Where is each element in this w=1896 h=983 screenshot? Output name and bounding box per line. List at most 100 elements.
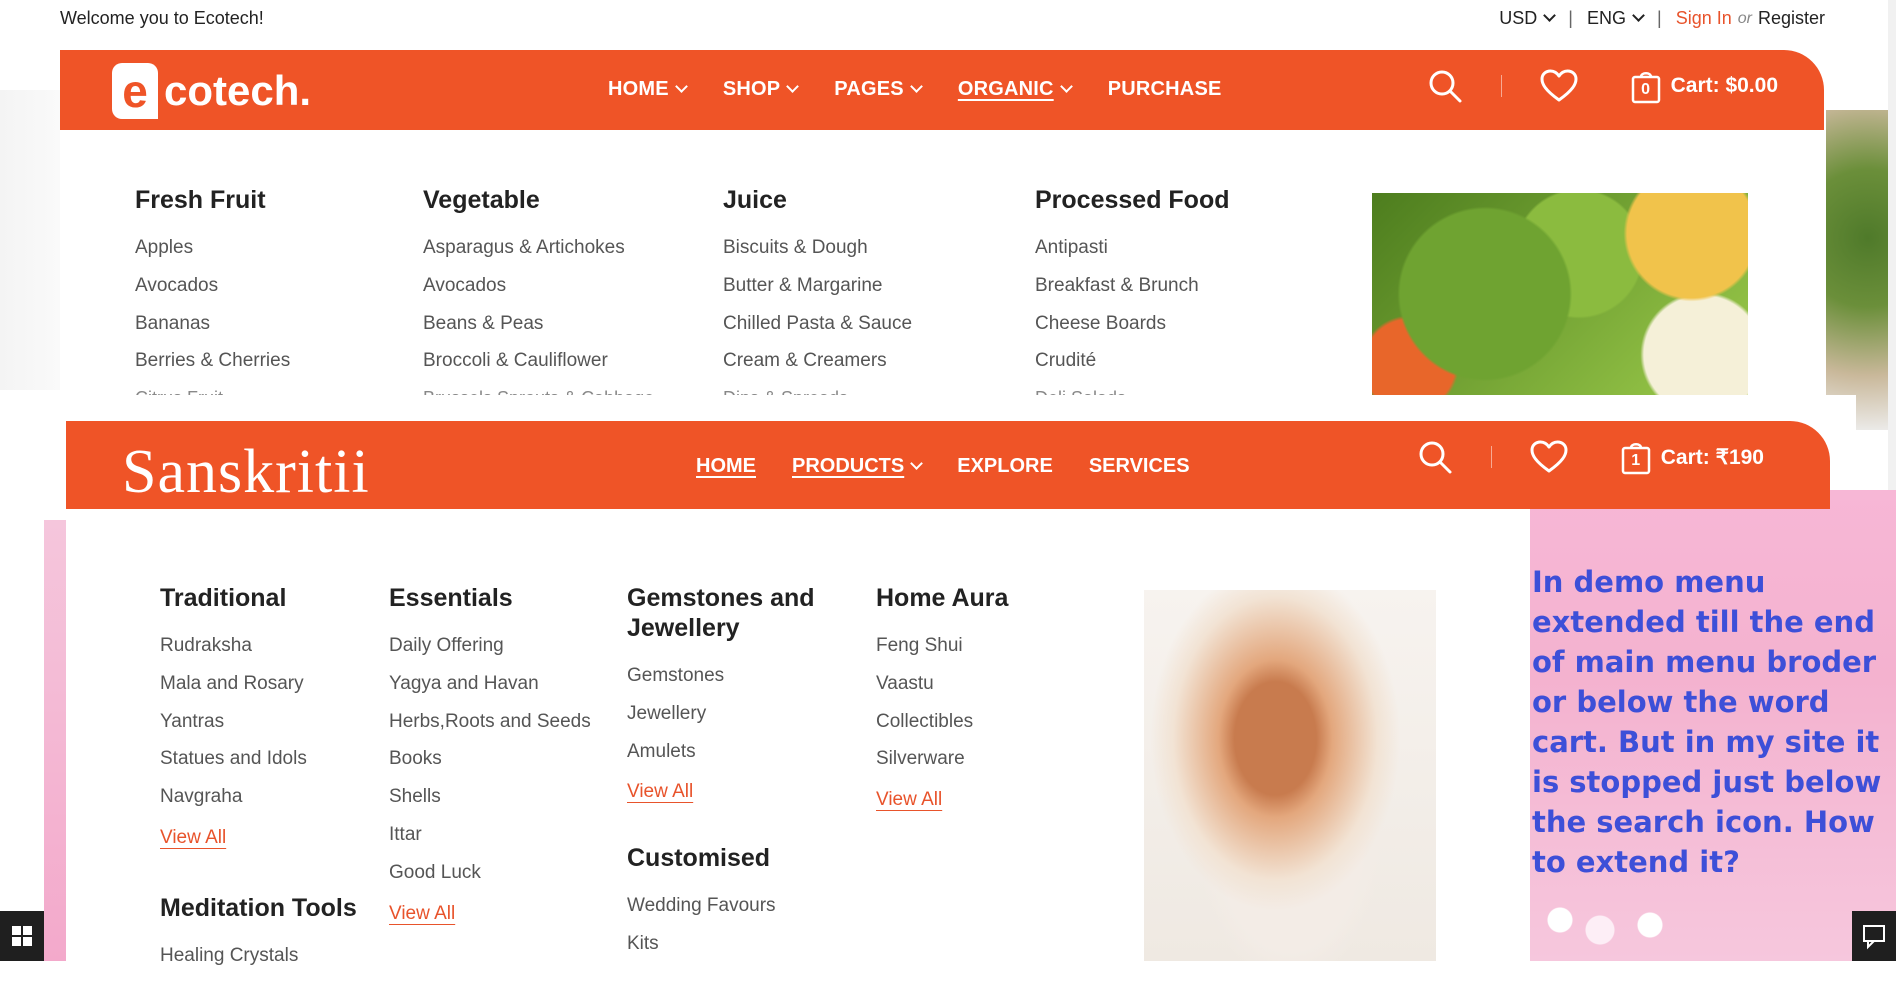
menu-link[interactable]: Feng Shui	[876, 635, 1008, 658]
menu-column-gemstones: Gemstones and Jewellery Gemstones Jewell…	[627, 583, 847, 971]
chevron-down-icon	[909, 80, 923, 93]
language-select[interactable]: ENG	[1586, 8, 1645, 29]
menu-link[interactable]: Antipasti	[1035, 237, 1230, 260]
menu-column-essentials: Essentials Daily Offering Yagya and Hava…	[389, 583, 591, 925]
menu-link[interactable]: Cream & Creamers	[723, 350, 912, 373]
menu-link[interactable]: Avocados	[135, 275, 290, 298]
menu-link[interactable]: Ittar	[389, 824, 591, 847]
menu-link[interactable]: Kits	[627, 933, 847, 956]
menu-link[interactable]: Healing Crystals	[160, 945, 357, 968]
menu-link[interactable]: Books	[389, 748, 591, 771]
column-title: Gemstones and Jewellery	[627, 584, 815, 642]
menu-link[interactable]: Crudité	[1035, 350, 1230, 373]
menu-link[interactable]: Chilled Pasta & Sauce	[723, 313, 912, 336]
nav-pages[interactable]: PAGES	[834, 78, 923, 101]
menu-link[interactable]: Daily Offering	[389, 635, 591, 658]
nav-label: PAGES	[834, 78, 904, 100]
register-link[interactable]: Register	[1758, 8, 1825, 29]
logo-text: cotech.	[164, 67, 312, 114]
column-title: Juice	[723, 186, 787, 214]
menu-link[interactable]: Avocados	[423, 275, 654, 298]
nav-home[interactable]: HOME	[696, 455, 756, 478]
column-title: Fresh Fruit	[135, 186, 266, 214]
menu-link[interactable]: Asparagus & Artichokes	[423, 237, 654, 260]
menu-link[interactable]: Yagya and Havan	[389, 673, 591, 696]
menu-link[interactable]: Rudraksha	[160, 635, 357, 658]
nav-label: SHOP	[722, 78, 781, 100]
menu-link[interactable]: Apples	[135, 237, 290, 260]
menu-column-fresh-fruit: Fresh Fruit Apples Avocados Bananas Berr…	[135, 185, 290, 404]
menu-link[interactable]: Herbs,Roots and Seeds	[389, 711, 591, 734]
divider	[1604, 75, 1605, 97]
background-pearls	[1540, 880, 1800, 961]
search-icon[interactable]	[1427, 68, 1463, 104]
menu-link[interactable]: Good Luck	[389, 862, 591, 885]
nav-purchase[interactable]: PURCHASE	[1108, 78, 1222, 101]
search-icon[interactable]	[1417, 439, 1453, 475]
account-links: Sign In or Register	[1676, 8, 1825, 29]
cart-button[interactable]: 0 Cart: $0.00	[1631, 68, 1778, 104]
header-icons: 1 Cart: ₹190	[1417, 439, 1764, 475]
menu-link[interactable]: Biscuits & Dough	[723, 237, 912, 260]
menu-link[interactable]: Mala and Rosary	[160, 673, 357, 696]
view-all-link[interactable]: View All	[160, 827, 226, 848]
ecotech-header: e cotech. HOME SHOP PAGES ORGANIC PURCHA…	[60, 50, 1824, 130]
nautilus-shell-image	[1144, 590, 1436, 961]
language-label: ENG	[1586, 8, 1626, 28]
heart-icon[interactable]	[1530, 440, 1568, 474]
column-title: Processed Food	[1035, 186, 1230, 214]
menu-link[interactable]: Berries & Cherries	[135, 350, 290, 373]
menu-link[interactable]: Cheese Boards	[1035, 313, 1230, 336]
logo-e-mark: e	[112, 63, 158, 119]
cart-count: 0	[1641, 81, 1651, 98]
menu-link[interactable]: Amulets	[627, 741, 847, 764]
separator: |	[1657, 8, 1662, 28]
menu-link[interactable]: Wedding Favours	[627, 895, 847, 918]
nav-explore[interactable]: EXPLORE	[957, 455, 1053, 478]
divider	[1594, 446, 1595, 468]
nav-organic[interactable]: ORGANIC	[958, 78, 1073, 101]
nav-label: EXPLORE	[957, 455, 1053, 477]
view-all-link[interactable]: View All	[876, 789, 942, 810]
menu-link[interactable]: Yantras	[160, 711, 357, 734]
sanskritii-logo[interactable]: Sanskritii	[122, 437, 370, 508]
menu-link[interactable]: Navgraha	[160, 786, 357, 809]
header-icons: 0 Cart: $0.00	[1427, 68, 1778, 104]
nav-products[interactable]: PRODUCTS	[792, 455, 924, 478]
menu-link[interactable]: Beans & Peas	[423, 313, 654, 336]
cart-button[interactable]: 1 Cart: ₹190	[1621, 439, 1764, 475]
menu-link[interactable]: Broccoli & Cauliflower	[423, 350, 654, 373]
chevron-down-icon	[674, 80, 688, 93]
menu-link[interactable]: Shells	[389, 786, 591, 809]
menu-link[interactable]: Collectibles	[876, 711, 1008, 734]
menu-link[interactable]: Jewellery	[627, 703, 847, 726]
currency-label: USD	[1499, 8, 1538, 28]
nav-shop[interactable]: SHOP	[722, 78, 800, 101]
column-title: Customised	[627, 844, 771, 873]
taskbar-notifications[interactable]	[1852, 911, 1896, 961]
top-bar-right: USD | ENG | Sign In or Register	[1499, 8, 1825, 29]
menu-link[interactable]: Gemstones	[627, 665, 847, 688]
menu-link[interactable]: Butter & Margarine	[723, 275, 912, 298]
sign-in-link[interactable]: Sign In	[1676, 8, 1732, 29]
view-all-link[interactable]: View All	[627, 781, 693, 802]
currency-select[interactable]: USD	[1499, 8, 1557, 29]
view-all-link[interactable]: View All	[389, 903, 455, 924]
separator: |	[1568, 8, 1573, 28]
menu-link[interactable]: Breakfast & Brunch	[1035, 275, 1230, 298]
nav-services[interactable]: SERVICES	[1089, 455, 1190, 478]
cart-label: Cart: $0.00	[1670, 74, 1778, 97]
heart-icon[interactable]	[1540, 69, 1578, 103]
taskbar-start[interactable]	[0, 911, 44, 961]
divider	[1490, 446, 1492, 468]
menu-link[interactable]: Statues and Idols	[160, 748, 357, 771]
cart-icon: 1	[1621, 439, 1651, 475]
menu-link[interactable]: Silverware	[876, 748, 1008, 771]
nav-home[interactable]: HOME	[608, 78, 688, 101]
chevron-down-icon	[910, 457, 924, 470]
ecotech-logo[interactable]: e cotech.	[112, 63, 312, 119]
nav-label: HOME	[608, 78, 669, 100]
menu-link[interactable]: Vaastu	[876, 673, 1008, 696]
nav-label: PRODUCTS	[792, 455, 905, 477]
menu-link[interactable]: Bananas	[135, 313, 290, 336]
